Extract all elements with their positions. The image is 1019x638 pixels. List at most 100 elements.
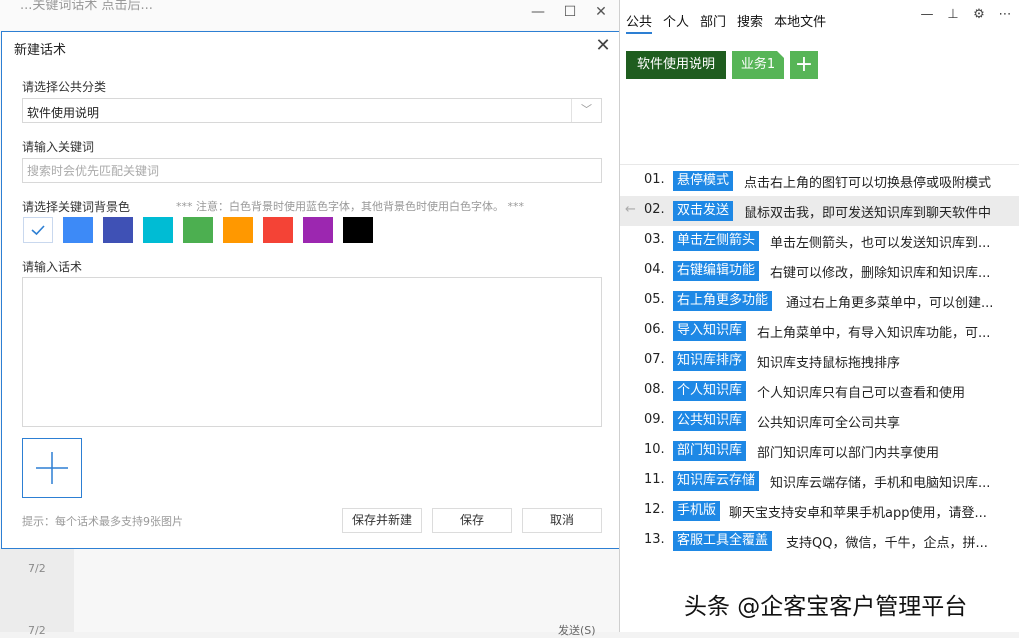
item-text: 个人知识库只有自己可以查看和使用: [757, 386, 966, 401]
divider: [620, 164, 1019, 165]
image-hint: 提示：每个话术最多支持9张图片: [22, 515, 183, 528]
item-text: 单击左侧箭头，也可以发送知识库到...: [770, 236, 991, 251]
keyword-badge: 手机版: [673, 501, 721, 521]
keyword-badge: 导入知识库: [673, 321, 747, 341]
list-item[interactable]: 06. 导入知识库 右上角菜单中，有导入知识库功能，可...: [620, 316, 1019, 346]
item-text: 知识库支持鼠标拖拽排序: [757, 356, 901, 371]
more-icon[interactable]: ⋯: [996, 7, 1014, 22]
list-item[interactable]: 05. 右上角更多功能 通过右上角更多菜单中，可以创建...: [620, 286, 1019, 316]
tab-public[interactable]: 公共: [626, 11, 653, 34]
color-swatch-green[interactable]: [183, 217, 213, 243]
list-item[interactable]: 03. 单击左侧箭头 单击左侧箭头，也可以发送知识库到...: [620, 226, 1019, 256]
category-select-value: 软件使用说明: [27, 106, 100, 120]
save-and-new-button[interactable]: 保存并新建: [342, 508, 422, 533]
keyword-badge: 知识库云存储: [673, 471, 760, 491]
item-text: 公共知识库可全公司共享: [757, 416, 901, 431]
list-item[interactable]: 09. 公共知识库 公共知识库可全公司共享: [620, 406, 1019, 436]
script-textarea[interactable]: [22, 277, 602, 427]
color-label: 请选择关键词背景色: [22, 200, 131, 214]
list-item[interactable]: ← 02. 双击发送 鼠标双击我，即可发送知识库到聊天软件中: [620, 196, 1019, 226]
checkmark-icon: [31, 225, 45, 236]
keyword-badge: 部门知识库: [673, 441, 747, 461]
minimize-icon[interactable]: —: [528, 4, 548, 20]
keyword-badge: 知识库排序: [673, 351, 747, 371]
item-number: 07.: [644, 352, 665, 367]
keyword-input[interactable]: [22, 158, 602, 183]
list-item[interactable]: 13. 客服工具全覆盖 支持QQ，微信，千牛，企点，拼...: [620, 526, 1019, 556]
keyword-badge: 悬停模式: [673, 171, 734, 191]
item-text: 支持QQ，微信，千牛，企点，拼...: [786, 536, 988, 551]
color-swatch-red[interactable]: [263, 217, 293, 243]
list-item[interactable]: 10. 部门知识库 部门知识库可以部门内共享使用: [620, 436, 1019, 466]
tab-search[interactable]: 搜索: [737, 11, 763, 34]
minimize-icon[interactable]: —: [918, 7, 936, 22]
category-tab-active[interactable]: 软件使用说明: [626, 51, 726, 79]
item-number: 02.: [644, 202, 665, 217]
color-swatch-purple[interactable]: [303, 217, 333, 243]
list-item[interactable]: 11. 知识库云存储 知识库云端存储，手机和电脑知识库...: [620, 466, 1019, 496]
item-number: 13.: [644, 532, 665, 547]
category-label: 请选择公共分类: [22, 80, 107, 94]
script-label: 请输入话术: [22, 260, 83, 274]
color-swatch-white[interactable]: [23, 217, 53, 243]
new-script-dialog: 新建话术 ✕ 请选择公共分类 软件使用说明 ﹀ 请输入关键词 请选择关键词背景色…: [1, 31, 622, 549]
item-text: 部门知识库可以部门内共享使用: [757, 446, 940, 461]
item-text: 鼠标双击我，即可发送知识库到聊天软件中: [744, 206, 992, 221]
add-category-button[interactable]: +: [790, 51, 818, 79]
keyword-label: 请输入关键词: [22, 140, 95, 154]
save-button[interactable]: 保存: [432, 508, 512, 533]
item-text: 聊天宝支持安卓和苹果手机app使用，请登...: [729, 506, 987, 521]
pin-icon[interactable]: ⊥: [944, 7, 962, 22]
list-item[interactable]: 08. 个人知识库 个人知识库只有自己可以查看和使用: [620, 376, 1019, 406]
item-number: 06.: [644, 322, 665, 337]
color-swatch-black[interactable]: [343, 217, 373, 243]
color-swatch-indigo[interactable]: [103, 217, 133, 243]
dialog-close-icon[interactable]: ✕: [591, 34, 615, 58]
item-number: 04.: [644, 262, 665, 277]
color-swatch-cyan[interactable]: [143, 217, 173, 243]
keyword-badge: 右键编辑功能: [673, 261, 760, 281]
maximize-icon[interactable]: ☐: [560, 4, 580, 20]
settings-icon[interactable]: ⚙: [970, 7, 988, 22]
item-number: 08.: [644, 382, 665, 397]
chevron-down-icon[interactable]: ﹀: [571, 99, 601, 122]
item-text: 右键可以修改，删除知识库和知识库...: [770, 266, 991, 281]
item-number: 10.: [644, 442, 665, 457]
background-title: ...关键词话术 点击后...: [20, 0, 153, 13]
color-note: *** 注意：白色背景时使用蓝色字体，其他背景色时使用白色字体。 ***: [176, 200, 524, 213]
category-tab[interactable]: 业务1: [732, 51, 784, 79]
color-swatch-blue[interactable]: [63, 217, 93, 243]
dialog-title: 新建话术: [14, 43, 67, 58]
tab-personal[interactable]: 个人: [663, 11, 689, 34]
keyword-badge: 双击发送: [673, 201, 734, 221]
close-icon[interactable]: ✕: [591, 4, 611, 20]
item-number: 05.: [644, 292, 665, 307]
category-select[interactable]: 软件使用说明 ﹀: [22, 98, 602, 123]
cancel-button[interactable]: 取消: [522, 508, 602, 533]
category-tab-label: 业务1: [740, 57, 776, 72]
item-text: 右上角菜单中，有导入知识库功能，可...: [757, 326, 991, 341]
send-button[interactable]: 发送(S): [558, 622, 596, 638]
plus-icon: [36, 452, 68, 484]
conversation-item[interactable]: 7/2: [28, 624, 46, 637]
list-item[interactable]: 04. 右键编辑功能 右键可以修改，删除知识库和知识库...: [620, 256, 1019, 286]
corner-fold-icon: [777, 51, 784, 58]
tab-department[interactable]: 部门: [700, 11, 726, 34]
keyword-badge: 客服工具全覆盖: [673, 531, 773, 551]
send-arrow-icon[interactable]: ←: [625, 202, 636, 217]
list-item[interactable]: 07. 知识库排序 知识库支持鼠标拖拽排序: [620, 346, 1019, 376]
item-number: 11.: [644, 472, 665, 487]
keyword-badge: 单击左侧箭头: [673, 231, 760, 251]
list-item[interactable]: 01. 悬停模式 点击右上角的图钉可以切换悬停或吸附模式: [620, 166, 1019, 196]
add-image-button[interactable]: [22, 438, 82, 498]
list-item[interactable]: 12. 手机版 聊天宝支持安卓和苹果手机app使用，请登...: [620, 496, 1019, 526]
keyword-badge: 公共知识库: [673, 411, 747, 431]
knowledge-panel: 公共 个人 部门 搜索 本地文件 — ⊥ ⚙ ⋯ 软件使用说明 业务1 + 01…: [619, 0, 1019, 632]
item-text: 点击右上角的图钉可以切换悬停或吸附模式: [744, 176, 992, 191]
tab-local-files[interactable]: 本地文件: [774, 11, 826, 34]
color-swatch-orange[interactable]: [223, 217, 253, 243]
watermark: 头条 @企客宝客户管理平台: [684, 594, 968, 620]
conversation-item[interactable]: 7/2: [28, 562, 46, 575]
keyword-badge: 个人知识库: [673, 381, 747, 401]
keyword-badge: 右上角更多功能: [673, 291, 773, 311]
